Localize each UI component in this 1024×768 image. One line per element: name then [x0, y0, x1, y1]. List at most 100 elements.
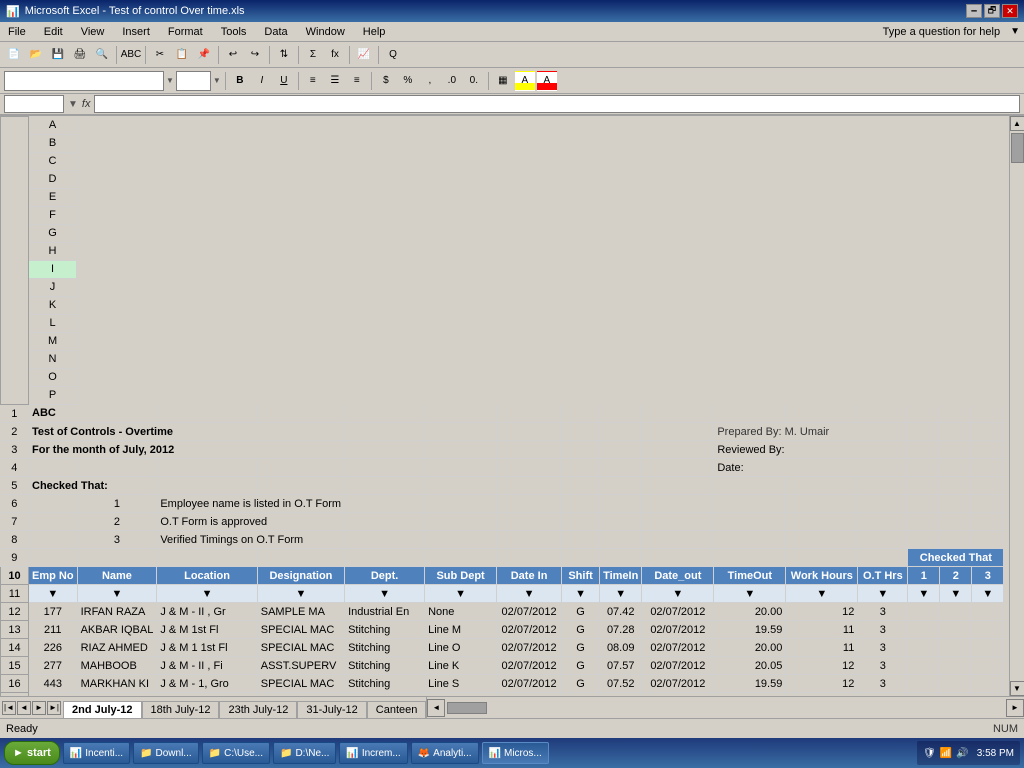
row-num-7[interactable]: 7 — [1, 513, 29, 531]
taskbar-item-CUse[interactable]: 📁C:\Use... — [202, 742, 270, 764]
cell-c6[interactable]: Employee name is listed in O.T Form — [157, 495, 345, 513]
menu-format[interactable]: Format — [164, 25, 207, 39]
menu-edit[interactable]: Edit — [40, 25, 67, 39]
taskbar-item-Analyti[interactable]: 🦊Analyti... — [411, 742, 479, 764]
col-header-l[interactable]: L — [29, 315, 77, 333]
row-num-4[interactable]: 4 — [1, 459, 29, 477]
filter-dateout[interactable]: ▼ — [642, 585, 714, 603]
row-num-11[interactable]: 11 — [1, 585, 29, 603]
col-header-c[interactable]: C — [29, 153, 77, 171]
bold-button[interactable]: B — [230, 71, 250, 91]
taskbar-item-DNe[interactable]: 📁D:\Ne... — [273, 742, 336, 764]
italic-button[interactable]: I — [252, 71, 272, 91]
currency-button[interactable]: $ — [376, 71, 396, 91]
horizontal-scrollbar[interactable]: ◄ ► — [426, 697, 1024, 719]
col-header-m[interactable]: M — [29, 333, 77, 351]
tab-nav-first[interactable]: |◄ — [2, 701, 16, 715]
save-button[interactable]: 💾 — [48, 45, 68, 65]
font-name-dropdown[interactable]: ▼ — [166, 76, 174, 85]
menu-file[interactable]: File — [4, 25, 30, 39]
filter-name[interactable]: ▼ — [77, 585, 157, 603]
align-right-button[interactable]: ≡ — [347, 71, 367, 91]
scroll-thumb-horizontal[interactable] — [447, 702, 487, 714]
cell-a2[interactable]: Test of Controls - Overtime — [29, 423, 345, 441]
col-header-b[interactable]: B — [29, 135, 77, 153]
maximize-button[interactable]: 🗗 — [984, 4, 1000, 18]
sum-button[interactable]: Σ — [303, 45, 323, 65]
align-center-button[interactable]: ☰ — [325, 71, 345, 91]
tab-nav-last[interactable]: ►| — [47, 701, 61, 715]
filter-timein[interactable]: ▼ — [600, 585, 642, 603]
taskbar-item-Incenti[interactable]: 📊Incenti... — [63, 742, 130, 764]
help-arrow[interactable]: ▼ — [1010, 26, 1020, 37]
start-button[interactable]: ► start — [4, 741, 60, 765]
open-button[interactable]: 📂 — [26, 45, 46, 65]
col-header-i[interactable]: I — [29, 261, 77, 279]
redo-button[interactable]: ↪ — [245, 45, 265, 65]
filter-check2[interactable]: ▼ — [940, 585, 972, 603]
filter-designation[interactable]: ▼ — [257, 585, 344, 603]
col-header-j[interactable]: J — [29, 279, 77, 297]
taskbar-item-Increm[interactable]: 📊Increm... — [339, 742, 407, 764]
cell-b8[interactable]: 3 — [77, 531, 157, 549]
cell-b7[interactable]: 2 — [77, 513, 157, 531]
row-num-1[interactable]: 1 — [1, 405, 29, 423]
col-header-p[interactable]: P — [29, 387, 77, 405]
font-color-button[interactable]: A — [537, 71, 557, 91]
menu-tools[interactable]: Tools — [217, 25, 251, 39]
borders-button[interactable]: ▦ — [493, 71, 513, 91]
col-header-o[interactable]: O — [29, 369, 77, 387]
col-header-g[interactable]: G — [29, 225, 77, 243]
filter-check1[interactable]: ▼ — [908, 585, 940, 603]
cell-reference-input[interactable]: I23 — [4, 95, 64, 113]
filter-datein[interactable]: ▼ — [497, 585, 562, 603]
taskbar-item-Downl[interactable]: 📁Downl... — [133, 742, 199, 764]
row-num-8[interactable]: 8 — [1, 531, 29, 549]
sheet-tab-2ndJuly-12[interactable]: 2nd July-12 — [63, 701, 142, 719]
cell-a1[interactable]: ABC — [29, 405, 157, 423]
font-size-dropdown[interactable]: ▼ — [213, 76, 221, 85]
print-button[interactable]: 🖨 — [70, 45, 90, 65]
row-num-10[interactable]: 10 — [1, 567, 29, 585]
taskbar-item-Micros[interactable]: 📊Micros... — [482, 742, 549, 764]
percent-button[interactable]: % — [398, 71, 418, 91]
col-header-d[interactable]: D — [29, 171, 77, 189]
chart-button[interactable]: 📈 — [354, 45, 374, 65]
scroll-down-button[interactable]: ▼ — [1010, 681, 1024, 696]
increase-decimal-button[interactable]: .0 — [442, 71, 462, 91]
scroll-up-button[interactable]: ▲ — [1010, 116, 1024, 131]
row-num-6[interactable]: 6 — [1, 495, 29, 513]
filter-workhours[interactable]: ▼ — [786, 585, 858, 603]
function-button[interactable]: fx — [325, 45, 345, 65]
scroll-thumb-vertical[interactable] — [1011, 133, 1024, 163]
cut-button[interactable]: ✂ — [150, 45, 170, 65]
filter-empno[interactable]: ▼ — [29, 585, 78, 603]
font-name-input[interactable]: Times New Roman — [4, 71, 164, 91]
row-num-9[interactable]: 9 — [1, 549, 29, 567]
sheet-tab-Canteen[interactable]: Canteen — [367, 701, 427, 719]
font-size-input[interactable]: 9 — [176, 71, 211, 91]
col-header-f[interactable]: F — [29, 207, 77, 225]
filter-check3[interactable]: ▼ — [972, 585, 1004, 603]
filter-shift[interactable]: ▼ — [562, 585, 600, 603]
sheet-tab-18thJuly-12[interactable]: 18th July-12 — [142, 701, 220, 719]
dropdown-arrow-cell[interactable]: ▼ — [68, 99, 78, 110]
undo-button[interactable]: ↩ — [223, 45, 243, 65]
menu-help[interactable]: Help — [359, 25, 390, 39]
filter-othrs[interactable]: ▼ — [858, 585, 908, 603]
underline-button[interactable]: U — [274, 71, 294, 91]
align-left-button[interactable]: ≡ — [303, 71, 323, 91]
row-num-3[interactable]: 3 — [1, 441, 29, 459]
filter-timeout[interactable]: ▼ — [714, 585, 786, 603]
filter-subdept[interactable]: ▼ — [425, 585, 497, 603]
paste-button[interactable]: 📌 — [194, 45, 214, 65]
cell-a5[interactable]: Checked That: — [29, 477, 157, 495]
formula-input[interactable]: 07.46 — [94, 95, 1020, 113]
menu-view[interactable]: View — [77, 25, 109, 39]
new-button[interactable]: 📄 — [4, 45, 24, 65]
row-num-5[interactable]: 5 — [1, 477, 29, 495]
vertical-scrollbar[interactable]: ▲ ▼ — [1009, 116, 1024, 696]
fill-color-button[interactable]: A — [515, 71, 535, 91]
col-header-a[interactable]: A — [29, 117, 77, 135]
scroll-right-button[interactable]: ► — [1006, 699, 1024, 717]
